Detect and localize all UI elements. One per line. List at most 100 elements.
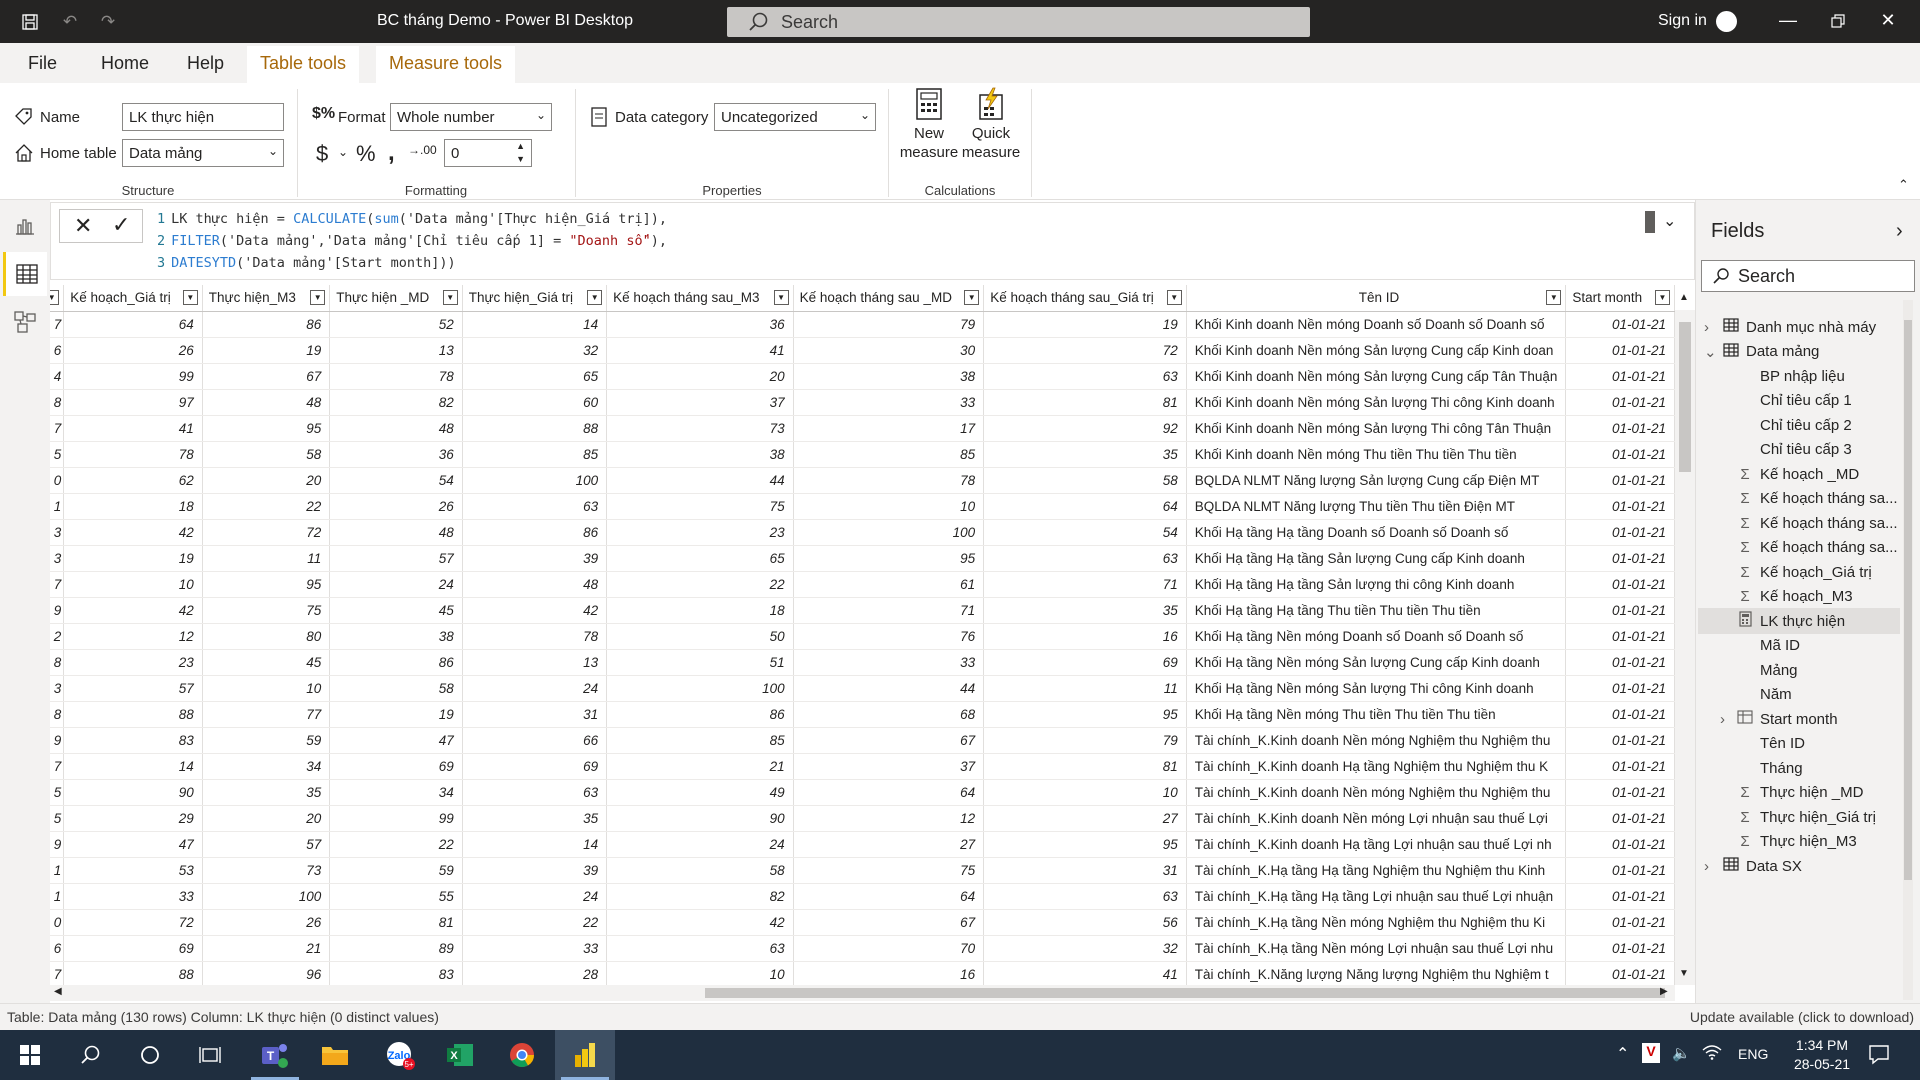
table-row[interactable]: 5 78 58 36 85 38 85 35 Khối Kinh doanh Nền móng … <box>50 441 1675 468</box>
table-cell[interactable]: 19 <box>983 311 1187 338</box>
table-cell[interactable]: 54 <box>983 519 1187 546</box>
table-cell[interactable]: Khối Kinh doanh Nền móng Sản lượng Cung … <box>1186 337 1567 364</box>
table-cell[interactable]: 14 <box>462 311 608 338</box>
table-cell[interactable]: 44 <box>793 675 985 702</box>
report-view-icon[interactable] <box>3 204 47 248</box>
update-link[interactable]: Update available (click to download) <box>1690 1009 1914 1025</box>
data-category-select[interactable]: Uncategorized ⌄ <box>714 103 876 131</box>
table-cell[interactable]: 73 <box>202 857 331 884</box>
table-row[interactable]: 6 69 21 89 33 63 70 32 Tài chính_K.Hạ tầng Nền m… <box>50 935 1675 962</box>
quick-measure-button[interactable]: Quick measure <box>960 87 1022 162</box>
filter-dropdown-icon[interactable]: ▼ <box>182 290 198 305</box>
table-cell[interactable]: 31 <box>462 701 608 728</box>
field-item[interactable]: Σ Kế hoạch tháng sa... <box>1698 510 1900 536</box>
filter-dropdown-icon[interactable]: ▼ <box>442 290 458 305</box>
field-item[interactable]: Σ Kế hoạch_Giá trị <box>1698 559 1900 585</box>
table-cell[interactable]: Tài chính_K.Hạ tầng Nền móng Nghiệm thu … <box>1186 909 1567 936</box>
table-cell[interactable]: 48 <box>462 571 608 598</box>
field-table[interactable]: ⌄ Data mảng <box>1698 339 1900 365</box>
table-cell[interactable]: 01-01-21 <box>1565 779 1675 806</box>
table-cell[interactable]: 52 <box>329 311 463 338</box>
restore-button[interactable] <box>1826 10 1850 34</box>
table-row[interactable]: 1 18 22 26 63 75 10 64 BQLDA NLMT Năng lượng Thu… <box>50 493 1675 520</box>
table-cell[interactable]: 10 <box>793 493 985 520</box>
table-cell[interactable]: 01-01-21 <box>1565 441 1675 468</box>
table-cell[interactable]: 92 <box>983 415 1187 442</box>
avatar[interactable] <box>1716 11 1737 32</box>
filter-dropdown-icon[interactable]: ▼ <box>773 290 789 305</box>
table-cell[interactable]: 37 <box>793 753 985 780</box>
antivirus-icon[interactable]: V <box>1642 1043 1660 1063</box>
table-cell[interactable]: 12 <box>63 623 203 650</box>
table-cell[interactable]: 01-01-21 <box>1565 623 1675 650</box>
table-cell[interactable]: Khối Kinh doanh Nền móng Doanh số Doanh … <box>1186 311 1567 338</box>
table-cell[interactable]: 10 <box>202 675 331 702</box>
table-cell[interactable]: 6 <box>50 935 65 962</box>
table-cell[interactable]: Khối Hạ tầng Hạ tầng Doanh số Doanh số D… <box>1186 519 1567 546</box>
table-cell[interactable]: 78 <box>462 623 608 650</box>
table-cell[interactable]: Khối Kinh doanh Nền móng Sản lượng Thi c… <box>1186 389 1567 416</box>
column-header[interactable]: Kế hoạch tháng sau _MD ▼ <box>793 285 985 312</box>
table-cell[interactable]: 95 <box>793 545 985 572</box>
filter-dropdown-icon[interactable]: ▼ <box>310 290 326 305</box>
filter-dropdown-icon[interactable]: ▼ <box>587 290 603 305</box>
table-cell[interactable]: 01-01-21 <box>1565 675 1675 702</box>
format-select[interactable]: Whole number ⌄ <box>390 103 552 131</box>
table-row[interactable]: 8 97 48 82 60 37 33 81 Khối Kinh doanh Nền móng … <box>50 389 1675 416</box>
table-cell[interactable]: 81 <box>983 389 1187 416</box>
table-cell[interactable]: 16 <box>983 623 1187 650</box>
filter-dropdown-icon[interactable]: ▼ <box>1166 290 1182 305</box>
table-cell[interactable]: 45 <box>329 597 463 624</box>
cancel-formula-icon[interactable]: ✕ <box>74 213 92 239</box>
expand-chevron-icon[interactable]: › <box>1704 858 1709 875</box>
table-cell[interactable]: 3 <box>50 519 65 546</box>
column-header[interactable]: ▼ <box>50 285 65 312</box>
field-item[interactable]: Tháng <box>1698 755 1900 781</box>
table-cell[interactable]: 7 <box>50 753 65 780</box>
table-cell[interactable]: 47 <box>329 727 463 754</box>
table-cell[interactable]: 5 <box>50 779 65 806</box>
column-header[interactable]: Thực hiện _MD ▼ <box>329 285 463 312</box>
table-cell[interactable]: 2 <box>50 623 65 650</box>
horizontal-scrollbar[interactable]: ◀ ▶ <box>50 985 1675 1001</box>
table-cell[interactable]: 14 <box>462 831 608 858</box>
horizontal-scroll-thumb[interactable] <box>705 988 1665 998</box>
data-view-icon[interactable] <box>3 252 47 296</box>
table-cell[interactable]: 1 <box>50 493 65 520</box>
table-cell[interactable]: 63 <box>983 545 1187 572</box>
table-cell[interactable]: 01-01-21 <box>1565 831 1675 858</box>
table-cell[interactable]: 69 <box>63 935 203 962</box>
table-cell[interactable]: 65 <box>462 363 608 390</box>
scroll-up-icon[interactable]: ▲ <box>1679 292 1689 303</box>
commit-formula-icon[interactable]: ✓ <box>112 212 130 238</box>
tab-measure-tools[interactable]: Measure tools <box>376 46 516 83</box>
table-cell[interactable]: 100 <box>606 675 794 702</box>
windows-start-icon[interactable] <box>0 1030 60 1080</box>
table-cell[interactable]: 85 <box>606 727 794 754</box>
table-cell[interactable]: 68 <box>793 701 985 728</box>
table-cell[interactable]: 0 <box>50 909 65 936</box>
table-cell[interactable]: 48 <box>329 415 463 442</box>
table-cell[interactable]: 27 <box>793 831 985 858</box>
table-cell[interactable]: 24 <box>462 675 608 702</box>
table-cell[interactable]: 12 <box>793 805 985 832</box>
table-cell[interactable]: 21 <box>606 753 794 780</box>
table-cell[interactable]: 42 <box>462 597 608 624</box>
table-cell[interactable]: 90 <box>63 779 203 806</box>
table-cell[interactable]: 47 <box>63 831 203 858</box>
table-cell[interactable]: 5 <box>50 441 65 468</box>
notification-icon[interactable] <box>1868 1043 1890 1068</box>
formula-line-3[interactable]: 3 DATESYTD('Data mảng'[Start month])) <box>157 255 456 271</box>
table-cell[interactable]: 95 <box>202 415 331 442</box>
table-cell[interactable]: 69 <box>983 649 1187 676</box>
table-cell[interactable]: 10 <box>63 571 203 598</box>
table-row[interactable]: 8 88 77 19 31 86 68 95 Khối Hạ tầng Nền móng Thu… <box>50 701 1675 728</box>
table-cell[interactable]: Tài chính_K.Kinh doanh Nền móng Nghiệm t… <box>1186 779 1567 806</box>
table-cell[interactable]: 67 <box>793 727 985 754</box>
table-cell[interactable]: 50 <box>606 623 794 650</box>
table-cell[interactable]: 01-01-21 <box>1565 467 1675 494</box>
column-header[interactable]: Kế hoạch tháng sau_Giá trị ▼ <box>983 285 1187 312</box>
clock[interactable]: 1:34 PM 28-05-21 <box>1782 1036 1862 1074</box>
table-cell[interactable]: 38 <box>606 441 794 468</box>
table-cell[interactable]: Khối Hạ tầng Hạ tầng Sản lượng thi công … <box>1186 571 1567 598</box>
